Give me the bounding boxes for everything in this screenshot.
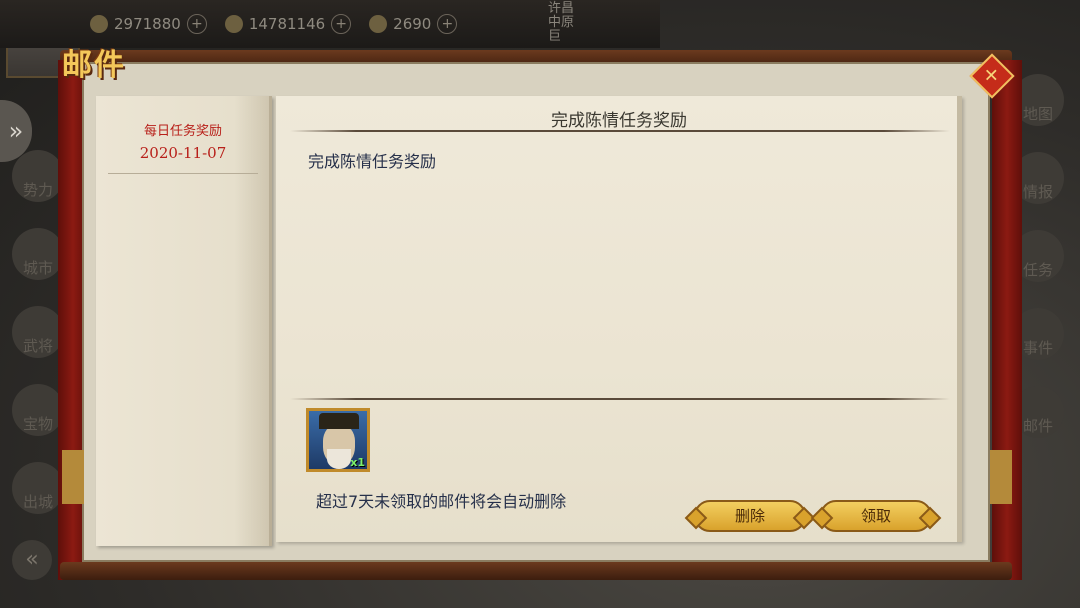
resource-gold: 2690 + [369,14,458,34]
chevron-left-icon[interactable]: « [12,540,52,580]
add-gold-icon[interactable]: + [437,14,458,34]
expiry-notice: 超过7天未领取的邮件将会自动删除 [316,492,567,511]
menu-generals[interactable]: 武将 [12,306,64,358]
resource-grain: 14781146 + [224,14,352,34]
mail-subject: 完成陈情任务奖励 [551,111,687,131]
menu-city[interactable]: 城市 [12,228,64,280]
delete-button[interactable]: 删除 [694,500,806,532]
mail-body: 完成陈情任务奖励 [308,152,437,171]
resource-coin-value: 2971880 [114,15,181,33]
close-icon: ✕ [984,65,1000,87]
mail-item-date: 2020-11-07 [139,144,227,162]
attachment-item[interactable]: x1 [306,408,370,472]
left-menu: 势力 城市 武将 宝物 出城 [12,150,64,514]
resource-coin: 2971880 + [90,14,207,34]
menu-leave-city[interactable]: 出城 [12,462,64,514]
window-title: 邮件 [62,48,126,83]
frame-brace-left [62,450,84,504]
resource-grain-value: 14781146 [248,15,326,33]
mail-list-item[interactable]: 每日任务奖励 2020-11-07 [108,96,258,174]
add-grain-icon[interactable]: + [331,14,352,34]
location-label: 许昌 中原 巨 [548,1,575,44]
hat-shape [319,413,359,429]
divider [290,130,950,132]
beard-shape [327,449,351,469]
attachment-quantity: x1 [350,456,365,469]
add-coin-icon[interactable]: + [186,14,207,34]
menu-treasure[interactable]: 宝物 [12,384,64,436]
resource-gold-value: 2690 [393,15,432,33]
menu-faction[interactable]: 势力 [12,150,64,202]
window-bottom-rail [60,562,1012,580]
mail-item-title: 每日任务奖励 [143,124,222,139]
mail-list: 每日任务奖励 2020-11-07 [96,96,272,546]
gold-ingot-icon [369,15,388,33]
claim-button[interactable]: 领取 [820,500,932,532]
coin-icon [90,15,108,33]
mail-detail: 完成陈情任务奖励 完成陈情任务奖励 x1 超过7天未领取的邮件将会自动删除 删除… [276,96,962,542]
frame-brace-right [990,450,1012,504]
divider [290,398,950,400]
grain-icon [224,15,243,33]
